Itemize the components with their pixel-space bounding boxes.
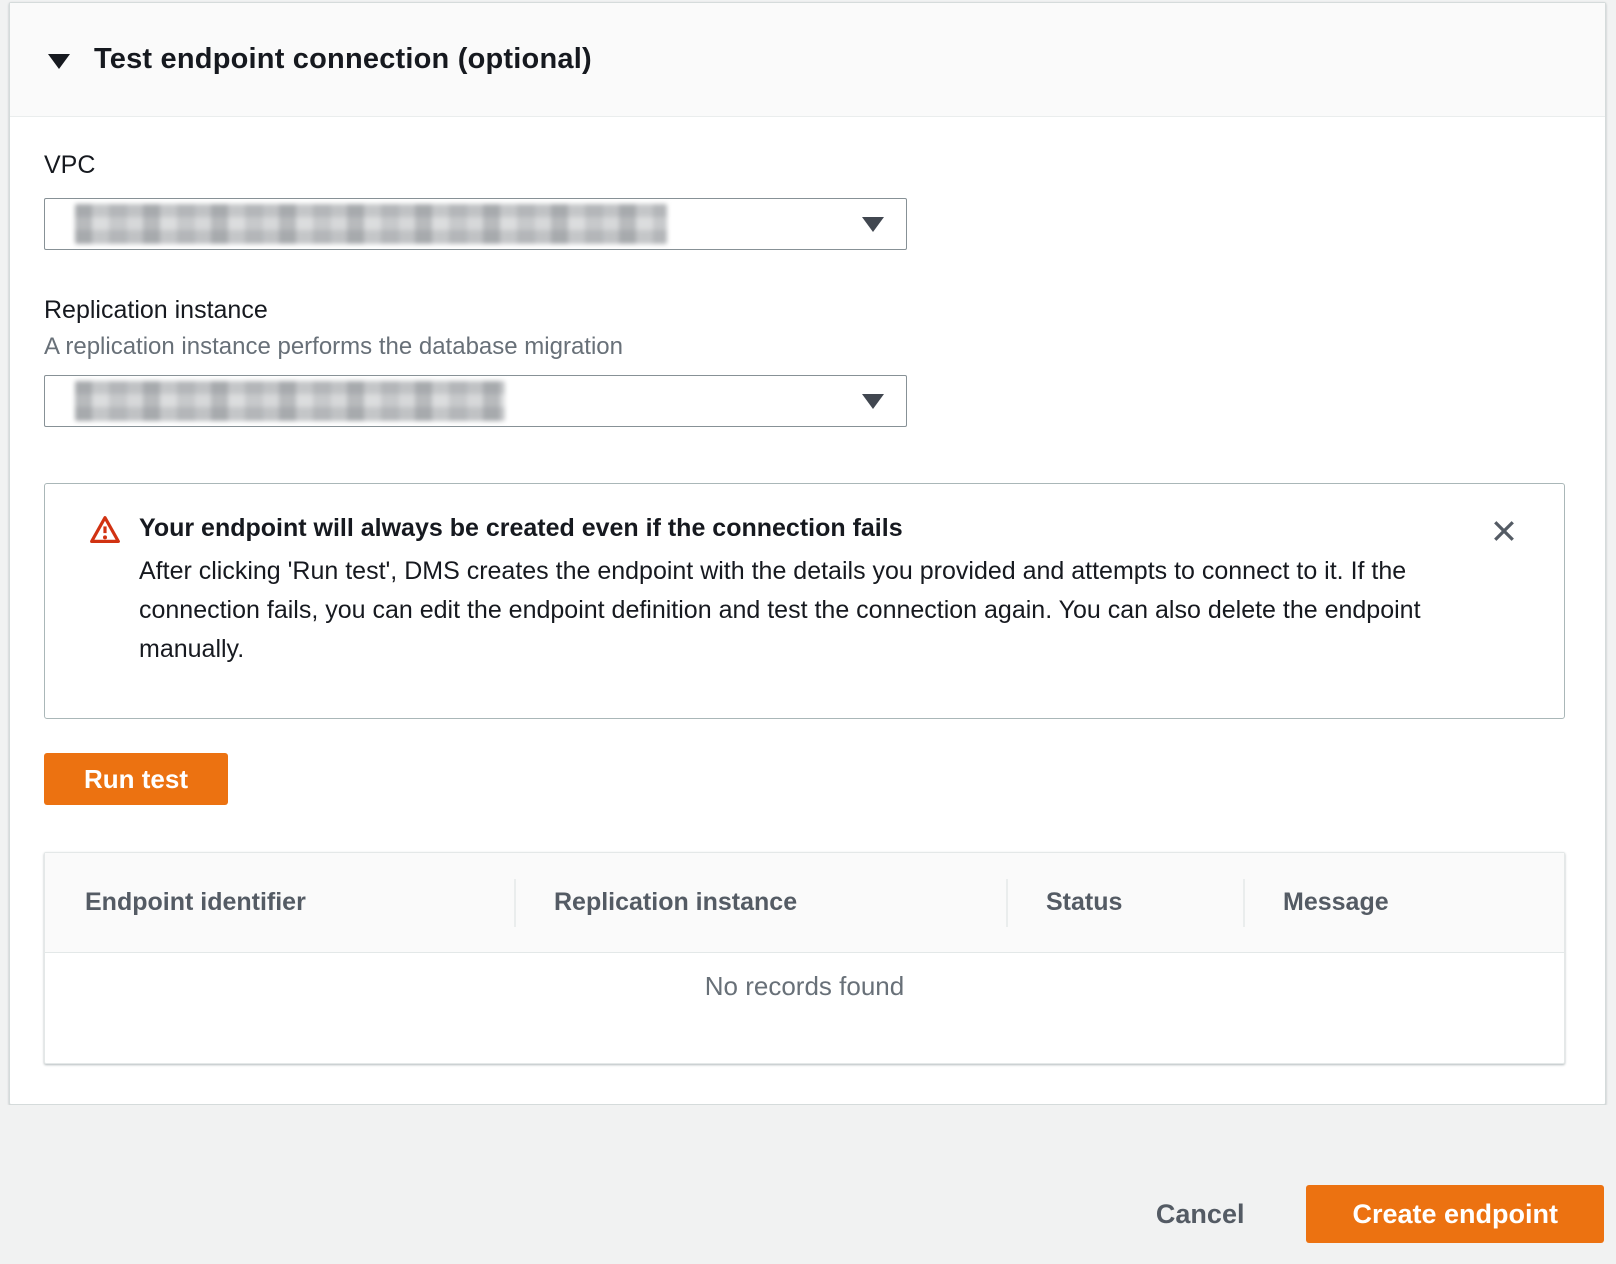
replication-instance-selected-value-redacted — [75, 381, 505, 421]
panel-body: VPC Replication instance A replication i… — [10, 117, 1605, 1104]
replication-instance-field: Replication instance A replication insta… — [44, 296, 1571, 427]
form-footer: Cancel Create endpoint — [0, 1105, 1616, 1264]
column-header-endpoint-identifier[interactable]: Endpoint identifier — [45, 853, 514, 952]
warning-banner: Your endpoint will always be created eve… — [44, 483, 1565, 719]
warning-triangle-icon — [89, 514, 121, 669]
replication-instance-select[interactable] — [44, 375, 907, 427]
test-endpoint-connection-panel: Test endpoint connection (optional) VPC … — [9, 2, 1606, 1105]
warning-text: Your endpoint will always be created eve… — [139, 512, 1439, 669]
vpc-selected-value-redacted — [75, 204, 667, 244]
column-header-replication-instance[interactable]: Replication instance — [514, 853, 1006, 952]
replication-instance-label: Replication instance — [44, 296, 1571, 325]
warning-body: After clicking 'Run test', DMS creates t… — [139, 552, 1439, 669]
column-header-status[interactable]: Status — [1006, 853, 1243, 952]
caret-down-icon — [862, 217, 884, 232]
collapse-triangle-icon — [48, 54, 70, 69]
column-header-message[interactable]: Message — [1243, 853, 1564, 952]
warning-title: Your endpoint will always be created eve… — [139, 512, 1439, 544]
vpc-field: VPC — [44, 151, 1571, 250]
panel-header[interactable]: Test endpoint connection (optional) — [10, 3, 1605, 117]
table-header-row: Endpoint identifier Replication instance… — [45, 853, 1564, 953]
vpc-select[interactable] — [44, 198, 907, 250]
panel-title: Test endpoint connection (optional) — [94, 43, 592, 76]
create-endpoint-button[interactable]: Create endpoint — [1306, 1185, 1604, 1243]
vpc-label: VPC — [44, 151, 1571, 180]
caret-down-icon — [862, 394, 884, 409]
test-results-table: Endpoint identifier Replication instance… — [44, 852, 1565, 1064]
run-test-button[interactable]: Run test — [44, 753, 228, 805]
close-icon[interactable] — [1488, 516, 1520, 548]
cancel-button[interactable]: Cancel — [1156, 1185, 1245, 1243]
replication-instance-description: A replication instance performs the data… — [44, 333, 1571, 361]
table-empty-message: No records found — [45, 953, 1564, 1063]
